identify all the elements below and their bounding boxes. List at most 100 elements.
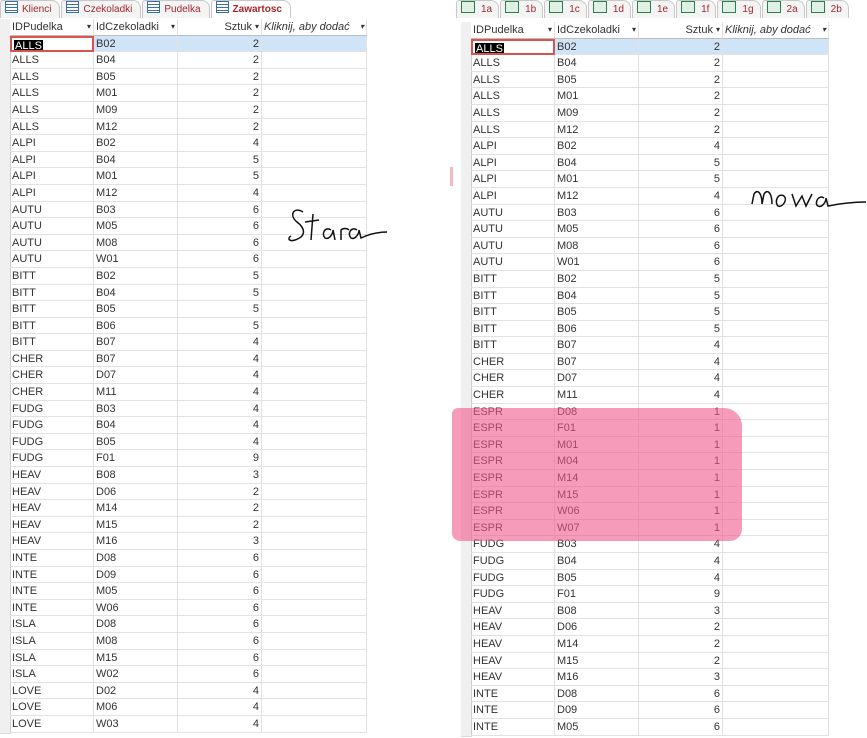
cell-sztuk[interactable]: 2 — [639, 619, 723, 636]
table-row[interactable]: FUDG F01 9 — [461, 586, 829, 604]
cell-idczekoladki[interactable]: B03 — [94, 201, 178, 219]
table-row[interactable]: ISLA W02 6 — [0, 666, 367, 684]
cell-add-field[interactable] — [262, 101, 367, 119]
cell-idpudelka[interactable]: AUTU — [471, 237, 555, 255]
column-header-sztuk[interactable]: Sztuk ▾ — [178, 19, 262, 36]
table-row[interactable]: ALLS B05 2 — [0, 68, 367, 87]
cell-idczekoladki[interactable]: B03 — [94, 400, 178, 418]
cell-sztuk[interactable]: 4 — [178, 682, 262, 700]
table-row[interactable]: HEAV M16 3 — [461, 669, 829, 687]
table-row[interactable]: AUTU M08 6 — [461, 237, 829, 256]
table-row[interactable]: ALLS M09 2 — [461, 104, 829, 123]
cell-add-field[interactable] — [723, 237, 829, 255]
cell-sztuk[interactable]: 2 — [639, 652, 723, 670]
cell-sztuk[interactable]: 4 — [178, 135, 262, 152]
cell-sztuk[interactable]: 6 — [178, 616, 262, 633]
cell-add-field[interactable] — [262, 500, 367, 517]
cell-sztuk[interactable]: 6 — [639, 237, 723, 255]
cell-idpudelka[interactable]: ALLS — [10, 52, 94, 69]
cell-idczekoladki[interactable]: D06 — [94, 483, 178, 501]
table-row[interactable]: FUDG B05 4 — [0, 433, 367, 452]
tab-query-1e[interactable]: 1e — [631, 0, 676, 18]
cell-idczekoladki[interactable]: B02 — [94, 267, 178, 285]
cell-idczekoladki[interactable]: D09 — [94, 566, 178, 584]
table-row[interactable]: AUTU M05 6 — [461, 221, 829, 239]
cell-idczekoladki[interactable]: B02 — [555, 138, 639, 155]
table-row[interactable]: ALLS M09 2 — [0, 101, 367, 120]
cell-sztuk[interactable]: 2 — [178, 500, 262, 517]
table-row[interactable]: ALLS B02 2 — [0, 35, 367, 54]
table-row[interactable]: HEAV M15 2 — [461, 652, 829, 671]
cell-idpudelka[interactable]: INTE — [10, 550, 94, 567]
table-row[interactable]: ALPI B02 4 — [0, 135, 367, 153]
cell-idczekoladki[interactable]: D08 — [94, 550, 178, 567]
cell-idpudelka[interactable]: ALPI — [471, 138, 555, 155]
cell-idczekoladki[interactable]: B02 — [94, 135, 178, 152]
cell-sztuk[interactable]: 2 — [639, 635, 723, 653]
table-row[interactable]: INTE M05 6 — [461, 718, 829, 737]
cell-idczekoladki[interactable]: B06 — [555, 320, 639, 338]
cell-idczekoladki[interactable]: D07 — [555, 370, 639, 388]
cell-add-field[interactable] — [723, 619, 829, 636]
table-row[interactable]: ALLS B05 2 — [461, 71, 829, 90]
cell-idpudelka[interactable]: ISLA — [10, 666, 94, 683]
cell-idpudelka[interactable]: BITT — [471, 320, 555, 338]
cell-idczekoladki[interactable]: M01 — [94, 85, 178, 102]
cell-idczekoladki[interactable]: B05 — [555, 304, 639, 321]
cell-sztuk[interactable]: 4 — [178, 367, 262, 385]
column-header-idczekoladki[interactable]: IdCzekoladki ▾ — [94, 19, 178, 36]
cell-idpudelka[interactable]: HEAV — [471, 602, 555, 620]
table-row[interactable]: FUDG F01 9 — [0, 450, 367, 469]
cell-sztuk[interactable]: 2 — [178, 101, 262, 119]
cell-sztuk[interactable]: 6 — [178, 566, 262, 584]
cell-idczekoladki[interactable]: B05 — [94, 68, 178, 86]
cell-sztuk[interactable]: 2 — [639, 71, 723, 89]
cell-idpudelka[interactable]: INTE — [10, 566, 94, 584]
cell-idpudelka[interactable]: CHER — [471, 387, 555, 404]
cell-add-field[interactable] — [723, 669, 829, 686]
cell-idpudelka[interactable]: ALLS — [471, 88, 555, 105]
tab-query-1d[interactable]: 1d — [587, 0, 631, 18]
cell-sztuk[interactable]: 6 — [178, 234, 262, 252]
cell-add-field[interactable] — [723, 387, 829, 404]
cell-idpudelka[interactable]: ALLS — [471, 104, 555, 122]
table-row[interactable]: INTE D09 6 — [461, 702, 829, 720]
cell-idczekoladki[interactable]: M01 — [94, 168, 178, 185]
cell-sztuk[interactable]: 5 — [178, 267, 262, 285]
dropdown-arrow-icon[interactable]: ▾ — [716, 22, 720, 38]
cell-idpudelka[interactable]: ALLS — [10, 118, 94, 136]
table-row[interactable]: FUDG B03 4 — [0, 400, 367, 419]
cell-idczekoladki[interactable]: M12 — [94, 184, 178, 202]
cell-idpudelka[interactable]: FUDG — [10, 433, 94, 451]
cell-sztuk[interactable]: 6 — [178, 218, 262, 235]
table-row[interactable]: HEAV M14 2 — [461, 635, 829, 654]
cell-idczekoladki[interactable]: B04 — [555, 553, 639, 570]
cell-idpudelka[interactable]: CHER — [471, 370, 555, 388]
cell-add-field[interactable] — [262, 417, 367, 434]
cell-idczekoladki[interactable]: B04 — [555, 154, 639, 172]
cell-add-field[interactable] — [723, 104, 829, 122]
cell-idczekoladki[interactable]: B05 — [555, 71, 639, 89]
cell-idpudelka[interactable]: AUTU — [471, 204, 555, 222]
cell-add-field[interactable] — [723, 353, 829, 371]
cell-idpudelka[interactable]: AUTU — [10, 234, 94, 252]
cell-idpudelka[interactable]: BITT — [10, 334, 94, 351]
cell-idczekoladki[interactable]: B05 — [555, 569, 639, 587]
cell-sztuk[interactable]: 6 — [178, 251, 262, 268]
cell-idczekoladki[interactable]: M08 — [94, 234, 178, 252]
column-header-idpudelka[interactable]: IDPudelka ▾ — [471, 22, 555, 39]
table-row[interactable]: LOVE W03 4 — [0, 715, 367, 734]
table-row[interactable]: ALLS M12 2 — [461, 121, 829, 140]
dropdown-arrow-icon[interactable]: ▾ — [632, 22, 636, 38]
cell-sztuk[interactable]: 4 — [639, 138, 723, 155]
cell-idpudelka[interactable]: ISLA — [10, 616, 94, 633]
cell-idpudelka[interactable]: AUTU — [10, 218, 94, 235]
cell-idpudelka[interactable]: HEAV — [10, 500, 94, 517]
cell-idczekoladki[interactable]: D09 — [555, 702, 639, 719]
table-row[interactable]: HEAV B08 3 — [461, 602, 829, 621]
dropdown-arrow-icon[interactable]: ▾ — [822, 22, 826, 38]
cell-sztuk[interactable]: 2 — [639, 104, 723, 122]
cell-sztuk[interactable]: 2 — [178, 52, 262, 69]
cell-add-field[interactable] — [723, 569, 829, 587]
cell-add-field[interactable] — [262, 566, 367, 584]
